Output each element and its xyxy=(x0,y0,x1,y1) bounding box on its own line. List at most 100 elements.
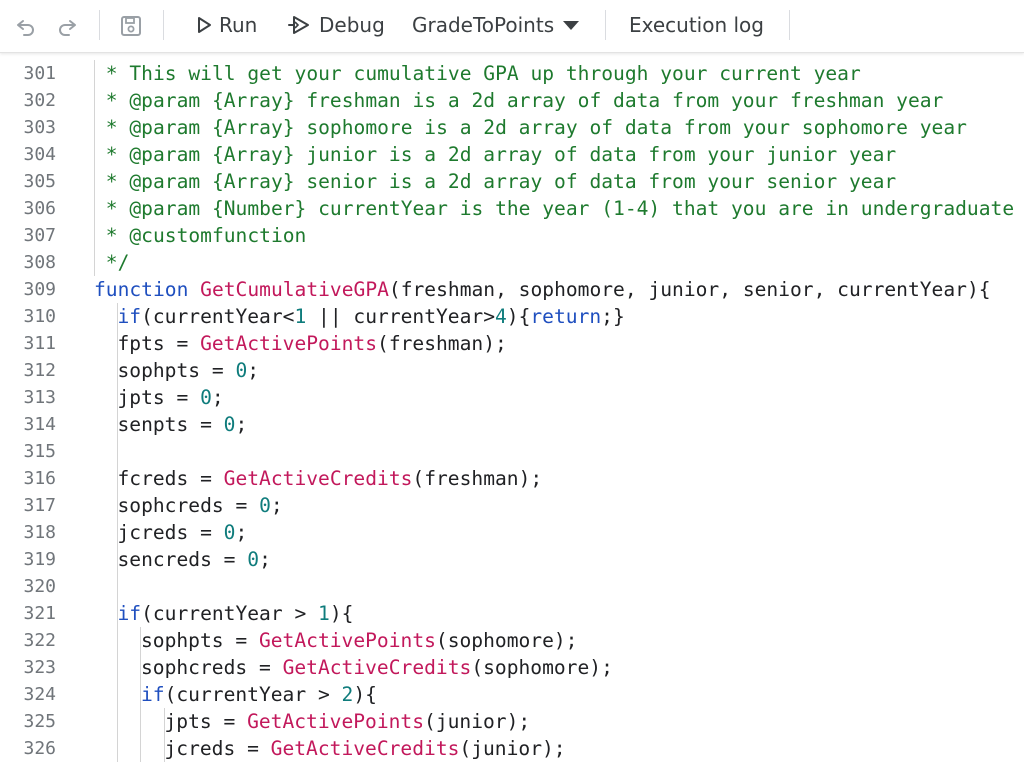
code-token: if xyxy=(117,305,142,328)
code-token: * This will get your cumulative GPA up t… xyxy=(94,62,861,85)
line-number: 318 xyxy=(23,522,56,543)
code-line[interactable]: 320 xyxy=(0,573,1024,600)
code-line[interactable]: 325 jpts = GetActivePoints(junior); xyxy=(0,708,1024,735)
code-token: GetActiveCredits xyxy=(223,467,413,490)
code-token: if xyxy=(117,602,142,625)
code-token: sophcreds = xyxy=(141,656,283,679)
save-icon[interactable] xyxy=(117,12,145,40)
code-line[interactable]: 317 sophcreds = 0; xyxy=(0,492,1024,519)
code-token: 0 xyxy=(247,548,260,571)
code-line[interactable]: 324 if(currentYear > 2){ xyxy=(0,681,1024,708)
code-text: * @param {Array} freshman is a 2d array … xyxy=(94,87,944,114)
line-number: 320 xyxy=(23,576,56,597)
line-number: 307 xyxy=(23,225,56,246)
run-button[interactable]: Run xyxy=(196,10,257,40)
code-token: (junior); xyxy=(424,710,531,733)
code-token: ){ xyxy=(329,602,354,625)
code-line[interactable]: 314 senpts = 0; xyxy=(0,411,1024,438)
line-number: 319 xyxy=(23,549,56,570)
code-line[interactable]: 313 jpts = 0; xyxy=(0,384,1024,411)
execution-log-button[interactable]: Execution log xyxy=(629,10,764,40)
code-line[interactable]: 319 sencreds = 0; xyxy=(0,546,1024,573)
code-text: sencreds = 0; xyxy=(118,546,271,573)
run-label: Run xyxy=(219,13,258,37)
code-text: sophpts = GetActivePoints(sophomore); xyxy=(141,627,577,654)
code-editor[interactable]: 301 * This will get your cumulative GPA … xyxy=(0,60,1024,763)
toolbar-divider xyxy=(605,10,606,40)
code-line[interactable]: 307 * @customfunction xyxy=(0,222,1024,249)
line-number: 325 xyxy=(23,711,56,732)
code-token: GetActiveCredits xyxy=(282,656,472,679)
code-text: jpts = 0; xyxy=(118,384,224,411)
line-number: 314 xyxy=(23,414,56,435)
code-token: (freshman); xyxy=(377,332,507,355)
line-number: 326 xyxy=(23,738,56,759)
code-token: * @customfunction xyxy=(94,224,307,247)
code-token: GetActivePoints xyxy=(258,629,436,652)
code-token: * @param {Array} junior is a 2d array of… xyxy=(94,143,897,166)
line-number: 310 xyxy=(23,306,56,327)
line-number: 321 xyxy=(23,603,56,624)
code-line[interactable]: 322 sophpts = GetActivePoints(sophomore); xyxy=(0,627,1024,654)
code-token: ; xyxy=(259,548,271,571)
code-token: * @param {Array} freshman is a 2d array … xyxy=(94,89,944,112)
code-text: * @param {Array} senior is a 2d array of… xyxy=(94,168,896,195)
code-line[interactable]: 303 * @param {Array} sophomore is a 2d a… xyxy=(0,114,1024,141)
code-line[interactable]: 311 fpts = GetActivePoints(freshman); xyxy=(0,330,1024,357)
code-line[interactable]: 310 if(currentYear<1 || currentYear>4){re… xyxy=(0,303,1024,330)
code-line[interactable]: 316 fcreds = GetActiveCredits(freshman); xyxy=(0,465,1024,492)
code-token: sophcreds = xyxy=(117,494,260,517)
code-token: (sophomore); xyxy=(471,656,613,679)
code-line[interactable]: 302 * @param {Array} freshman is a 2d ar… xyxy=(0,87,1024,114)
code-line[interactable]: 309 function GetCumulativeGPA(freshman, s… xyxy=(0,276,1024,303)
code-token: * @param {Number} currentYear is the yea… xyxy=(94,197,1015,220)
code-token: return xyxy=(530,305,602,328)
code-text: */ xyxy=(94,249,130,276)
code-token: jpts = xyxy=(117,386,201,409)
undo-icon[interactable] xyxy=(12,12,40,40)
indent-guide xyxy=(163,708,165,762)
code-text: fcreds = GetActiveCredits(freshman); xyxy=(118,465,543,492)
code-token: 1 xyxy=(294,305,307,328)
code-text: * @param {Array} sophomore is a 2d array… xyxy=(94,114,967,141)
function-select[interactable]: GradeToPoints xyxy=(412,10,580,40)
debug-button[interactable]: Debug xyxy=(286,10,385,40)
redo-icon[interactable] xyxy=(53,12,81,40)
code-token: 2 xyxy=(341,683,354,706)
code-token: ;} xyxy=(601,305,625,328)
code-token: (freshman, sophomore, junior, senior, cu… xyxy=(388,278,991,301)
code-text: sophcreds = 0; xyxy=(118,492,283,519)
code-token: sencreds = xyxy=(117,548,248,571)
code-line[interactable]: 315 xyxy=(0,438,1024,465)
code-line[interactable]: 323 sophcreds = GetActiveCredits(sophomor… xyxy=(0,654,1024,681)
code-token: ; xyxy=(270,494,283,517)
line-number: 312 xyxy=(23,360,56,381)
code-line[interactable]: 306 * @param {Number} currentYear is the… xyxy=(0,195,1024,222)
code-token: 4 xyxy=(495,305,507,328)
code-line[interactable]: 326 jcreds = GetActiveCredits(junior); xyxy=(0,735,1024,762)
line-number: 306 xyxy=(23,198,56,219)
code-token: || currentYear> xyxy=(306,305,495,328)
code-line[interactable]: 301 * This will get your cumulative GPA … xyxy=(0,60,1024,87)
code-token: (currentYear< xyxy=(141,305,295,328)
toolbar-divider xyxy=(99,10,100,40)
line-number: 322 xyxy=(23,630,56,651)
code-token: 0 xyxy=(259,494,271,517)
code-text: fpts = GetActivePoints(freshman); xyxy=(118,330,507,357)
code-line[interactable]: 321 if(currentYear > 1){ xyxy=(0,600,1024,627)
code-token: ; xyxy=(247,359,260,382)
code-line[interactable]: 312 sophpts = 0; xyxy=(0,357,1024,384)
code-token: 1 xyxy=(318,602,330,625)
code-line[interactable]: 305 * @param {Array} senior is a 2d arra… xyxy=(0,168,1024,195)
code-line[interactable]: 318 jcreds = 0; xyxy=(0,519,1024,546)
code-text: * @customfunction xyxy=(94,222,307,249)
code-line[interactable]: 308 */ xyxy=(0,249,1024,276)
line-number: 324 xyxy=(23,684,56,705)
code-token: 0 xyxy=(223,521,236,544)
code-token: sophpts = xyxy=(141,629,259,652)
toolbar-divider xyxy=(163,10,164,40)
code-line[interactable]: 304 * @param {Array} junior is a 2d arra… xyxy=(0,141,1024,168)
editor-toolbar: Run Debug GradeToPoints Execution log xyxy=(0,0,1024,53)
execution-log-label: Execution log xyxy=(629,13,764,37)
